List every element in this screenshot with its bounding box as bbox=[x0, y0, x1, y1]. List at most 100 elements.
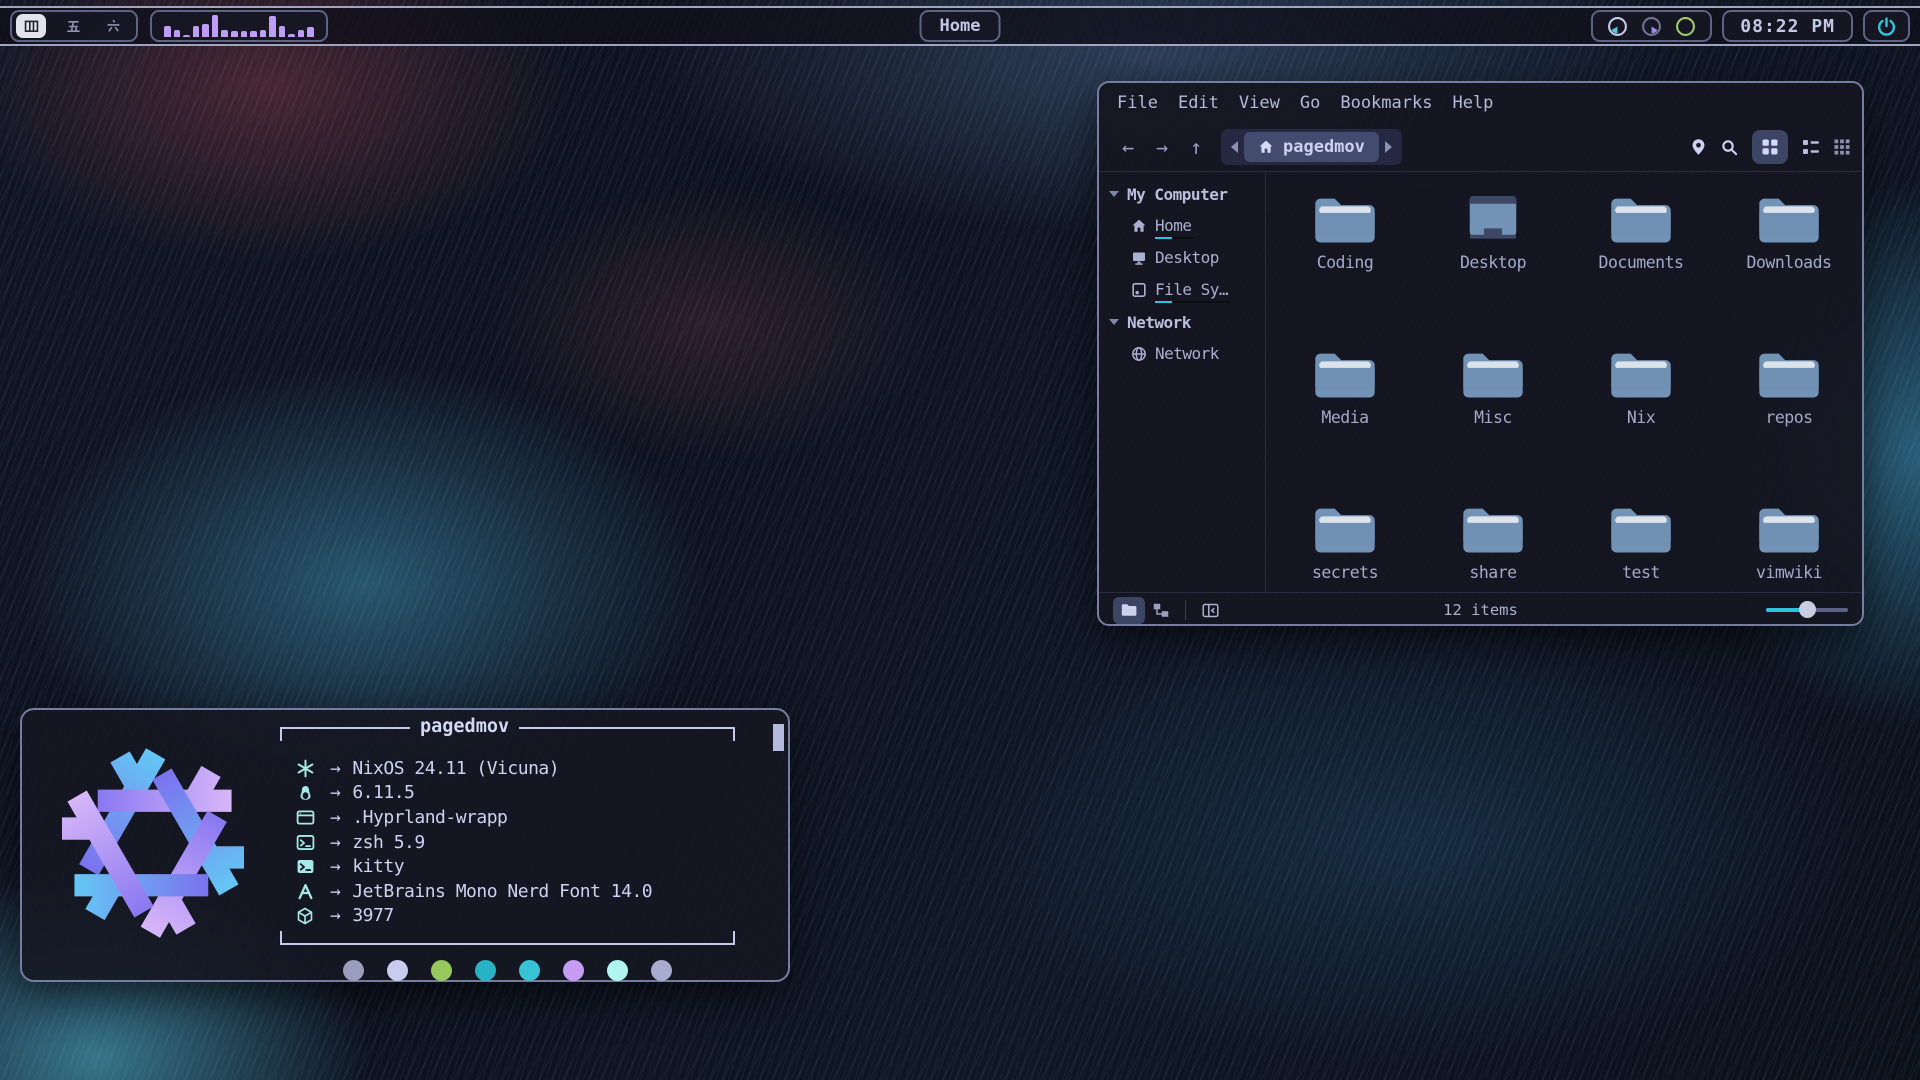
menu-file[interactable]: File bbox=[1107, 89, 1168, 117]
side-pane: My Computer Home Desktop File Sy… bbox=[1099, 172, 1266, 592]
workspace-switcher bbox=[10, 10, 138, 42]
fetch-value: 3977 bbox=[352, 905, 393, 926]
folder-item[interactable]: Media bbox=[1271, 335, 1419, 490]
menu-help[interactable]: Help bbox=[1442, 89, 1503, 117]
up-button[interactable]: ↑ bbox=[1179, 131, 1213, 163]
sidebar-section-network[interactable]: Network bbox=[1099, 306, 1265, 338]
arrow-glyph: → bbox=[330, 881, 340, 902]
palette-dot bbox=[651, 960, 672, 981]
expander-icon[interactable] bbox=[1109, 191, 1119, 197]
search-button[interactable] bbox=[1721, 139, 1738, 156]
glyph-liu bbox=[105, 18, 122, 35]
glyph-wu bbox=[65, 18, 82, 35]
folder-icon bbox=[1462, 502, 1524, 554]
arrow-glyph: → bbox=[330, 782, 340, 803]
path-scroll-left-icon[interactable] bbox=[1231, 141, 1238, 153]
breadcrumb-current[interactable]: pagedmov bbox=[1244, 132, 1379, 162]
filesystem-icon bbox=[1131, 282, 1147, 298]
status-bar: 12 items bbox=[1099, 592, 1862, 627]
fetch-footer-frame bbox=[280, 931, 735, 945]
folder-label: Nix bbox=[1627, 408, 1655, 427]
fetch-line-kernel: → 6.11.5 bbox=[294, 781, 735, 806]
terminal-icon bbox=[296, 857, 315, 876]
back-button[interactable]: ← bbox=[1111, 131, 1145, 163]
frame-corner bbox=[725, 727, 735, 741]
visualizer-bar bbox=[164, 26, 171, 37]
folder-item[interactable]: Coding bbox=[1271, 180, 1419, 335]
zoom-slider-knob[interactable] bbox=[1799, 601, 1816, 618]
power-button[interactable] bbox=[1863, 10, 1910, 42]
palette-dots bbox=[280, 960, 735, 981]
folder-item[interactable]: repos bbox=[1715, 335, 1863, 490]
active-window-title: Home bbox=[920, 10, 1001, 42]
visualizer-bar bbox=[174, 30, 181, 37]
icon-view-button[interactable] bbox=[1752, 130, 1788, 164]
visualizer-bar bbox=[231, 31, 238, 37]
file-manager-body: My Computer Home Desktop File Sy… bbox=[1099, 172, 1862, 592]
folder-label: Misc bbox=[1474, 408, 1512, 427]
menu-go[interactable]: Go bbox=[1290, 89, 1330, 117]
folder-item[interactable]: Downloads bbox=[1715, 180, 1863, 335]
workspace-4[interactable] bbox=[16, 14, 46, 38]
arrow-glyph: → bbox=[330, 905, 340, 926]
arrow-glyph: → bbox=[330, 758, 340, 779]
visualizer-bar bbox=[307, 27, 314, 37]
compact-view-button[interactable] bbox=[1802, 138, 1820, 156]
sidebar-item-desktop[interactable]: Desktop bbox=[1099, 242, 1265, 274]
sidebar-section-my-computer[interactable]: My Computer bbox=[1099, 178, 1265, 210]
palette-dot bbox=[563, 960, 584, 981]
thumbnail-view-button[interactable] bbox=[1834, 139, 1850, 155]
fetch-value: 6.11.5 bbox=[352, 782, 414, 803]
fetch-value: JetBrains Mono Nerd Font 14.0 bbox=[352, 881, 652, 902]
sidebar-item-home[interactable]: Home bbox=[1099, 210, 1265, 242]
thumbnail-view-icon bbox=[1834, 139, 1850, 155]
visualizer-bar bbox=[250, 31, 257, 37]
menu-view[interactable]: View bbox=[1229, 89, 1290, 117]
compact-view-icon bbox=[1802, 138, 1820, 156]
home-icon bbox=[1258, 139, 1274, 155]
folder-label: share bbox=[1469, 563, 1516, 582]
terminal-window[interactable]: pagedmov → NixOS 24.11 (Vicuna) → 6.11.5 bbox=[20, 708, 790, 982]
folder-icon bbox=[1610, 502, 1672, 554]
file-manager-window: File Edit View Go Bookmarks Help ← → ↑ p… bbox=[1097, 81, 1864, 626]
folder-item[interactable]: Desktop bbox=[1419, 180, 1567, 335]
window-manager-icon bbox=[296, 808, 315, 827]
folder-item[interactable]: Documents bbox=[1567, 180, 1715, 335]
fetch-line-wm: → .Hyprland-wrapp bbox=[294, 805, 735, 830]
path-scroll-right-icon[interactable] bbox=[1385, 141, 1392, 153]
visualizer-bar bbox=[202, 24, 209, 37]
menu-bookmarks[interactable]: Bookmarks bbox=[1330, 89, 1442, 117]
icon-view-icon bbox=[1761, 138, 1779, 156]
folder-label: Documents bbox=[1599, 253, 1684, 272]
sidebar-item-filesystem[interactable]: File Sy… bbox=[1099, 274, 1265, 306]
zoom-slider[interactable] bbox=[1766, 601, 1848, 619]
folder-label: Desktop bbox=[1460, 253, 1526, 272]
visualizer-bar bbox=[183, 35, 190, 37]
palette-dot bbox=[519, 960, 540, 981]
sidebar-item-network[interactable]: Network bbox=[1099, 338, 1265, 370]
menu-bar: File Edit View Go Bookmarks Help bbox=[1099, 83, 1862, 123]
expander-icon[interactable] bbox=[1109, 319, 1119, 325]
folder-label: Coding bbox=[1317, 253, 1374, 272]
folder-label: secrets bbox=[1312, 563, 1378, 582]
location-pin-icon bbox=[1690, 138, 1707, 156]
mem-ring-icon bbox=[1641, 16, 1662, 37]
nixos-logo bbox=[46, 736, 260, 950]
menu-edit[interactable]: Edit bbox=[1168, 89, 1229, 117]
folder-icon bbox=[1462, 347, 1524, 399]
workspace-5[interactable] bbox=[60, 14, 86, 38]
forward-button[interactable]: → bbox=[1145, 131, 1179, 163]
workspace-6[interactable] bbox=[100, 14, 126, 38]
fetch-hostname: pagedmov bbox=[410, 716, 519, 738]
sidebar-item-label: Network bbox=[1155, 344, 1219, 364]
visualizer-bar bbox=[241, 31, 248, 37]
folder-item[interactable]: Nix bbox=[1567, 335, 1715, 490]
folder-item[interactable]: Misc bbox=[1419, 335, 1567, 490]
fetch-value: NixOS 24.11 (Vicuna) bbox=[352, 758, 559, 779]
location-pin-button[interactable] bbox=[1690, 138, 1707, 156]
search-icon bbox=[1721, 139, 1738, 156]
arrow-glyph: → bbox=[330, 807, 340, 828]
breadcrumb-label: pagedmov bbox=[1283, 137, 1365, 157]
packages-icon bbox=[296, 907, 314, 925]
fastfetch-output: pagedmov → NixOS 24.11 (Vicuna) → 6.11.5 bbox=[280, 727, 735, 981]
